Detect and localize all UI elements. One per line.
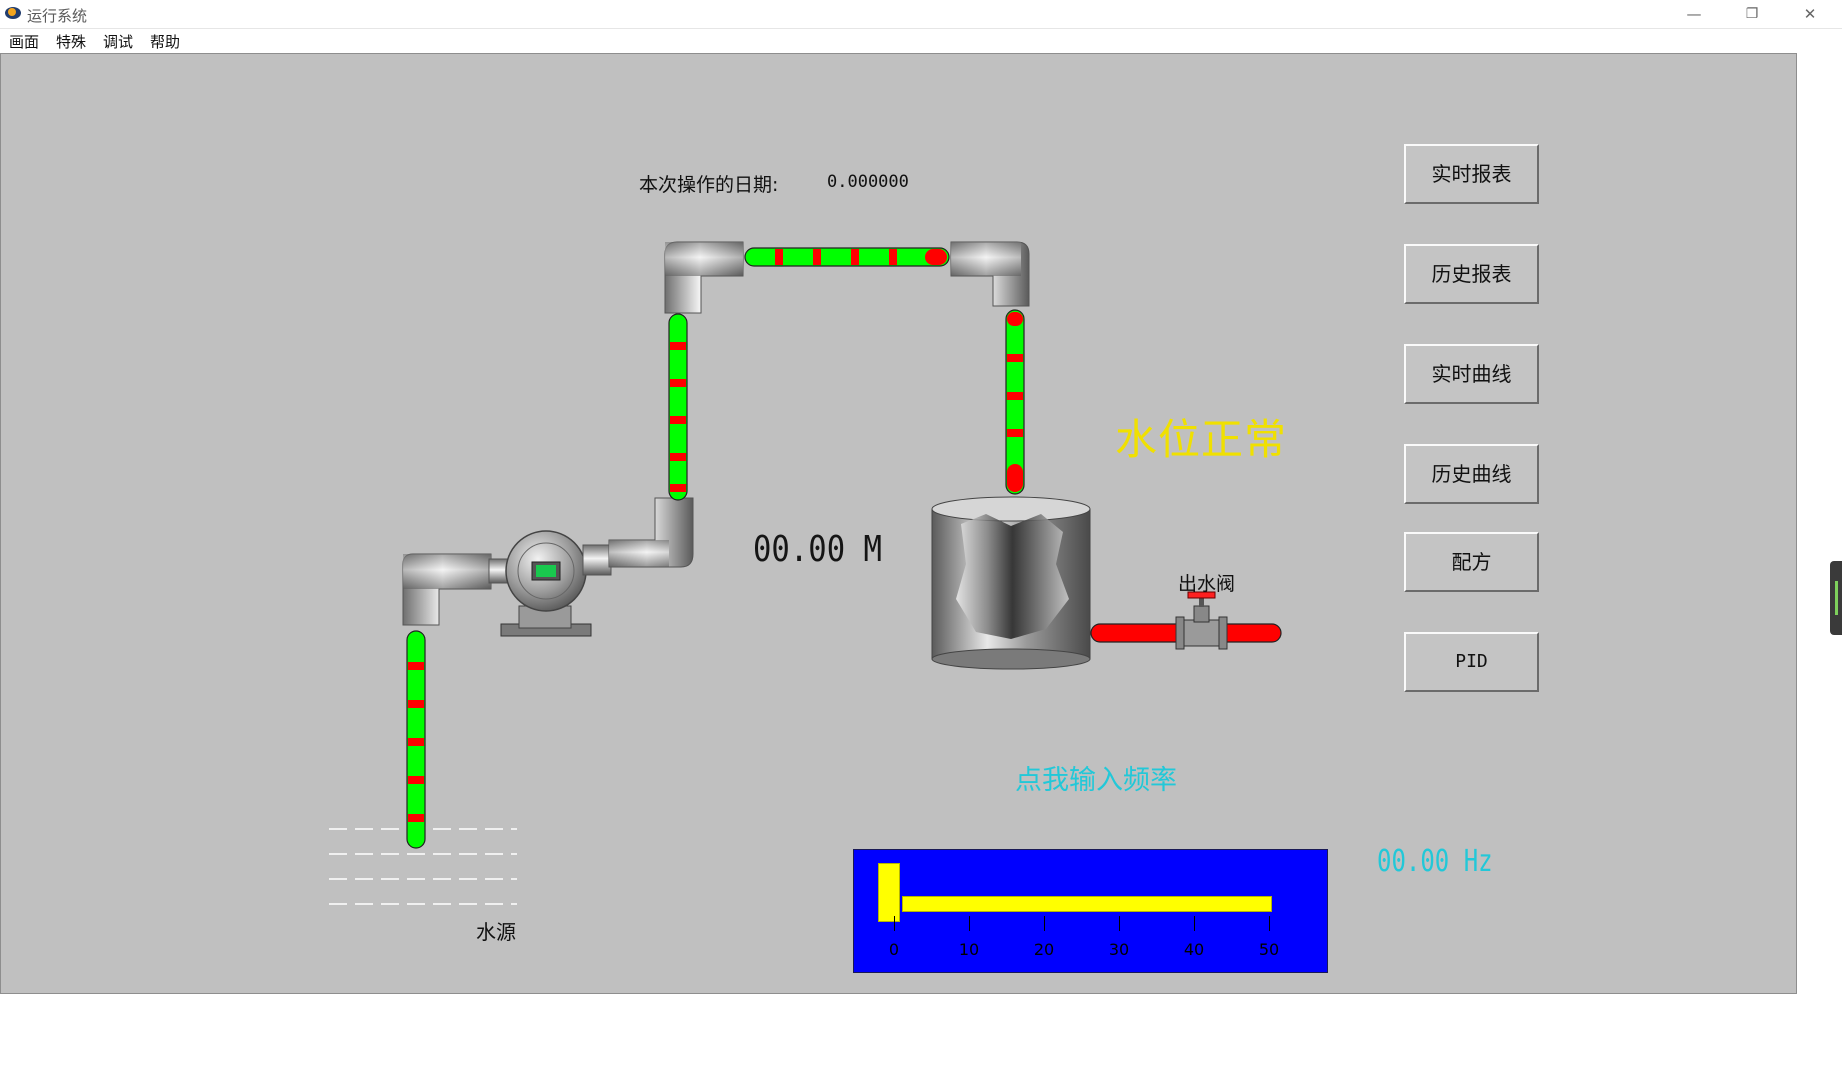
menu-item-help[interactable]: 帮助 [150,31,180,52]
menu-bar: 画面 特殊 调试 帮助 [0,29,1842,53]
pipe-elbow-top-right [950,241,1030,307]
slider-tick-label: 20 [1033,940,1055,959]
flow-pipe-riser [668,313,688,501]
slider-tick [894,916,895,931]
water-level-readout: 00.00 M [753,529,882,570]
history-curve-button[interactable]: 历史曲线 [1404,444,1539,504]
pump-icon [488,530,612,637]
realtime-curve-button[interactable]: 实时曲线 [1404,344,1539,404]
date-value: 0.000000 [827,172,909,192]
flow-pipe-top [744,247,950,267]
flow-pipe-source [406,630,426,849]
pid-button[interactable]: PID [1404,632,1539,692]
valve-label: 出水阀 [1178,573,1236,595]
menu-item-screen[interactable]: 画面 [9,31,39,52]
minimize-button[interactable]: — [1666,0,1722,28]
recipe-button[interactable]: 配方 [1404,532,1539,592]
slider-tick-label: 50 [1258,940,1280,959]
scada-canvas: 本次操作的日期: 0.000000 水位正常 00.00 M 出水阀 水源 实时… [0,53,1797,994]
water-level-status: 水位正常 [1115,415,1288,464]
slider-tick [1194,916,1195,931]
outlet-valve-icon[interactable] [1175,591,1228,650]
water-tank [931,496,1091,670]
title-bar: 运行系统 — ❐ ✕ [0,0,1842,29]
edge-widget-icon[interactable] [1830,561,1842,635]
pipe-elbow-pump-outlet [608,497,694,568]
frequency-slider[interactable]: 0 10 20 30 40 50 [853,849,1328,973]
slider-tick [969,916,970,931]
close-button[interactable]: ✕ [1782,0,1838,28]
menu-item-special[interactable]: 特殊 [56,31,86,52]
slider-tick-label: 10 [958,940,980,959]
history-report-button[interactable]: 历史报表 [1404,244,1539,304]
slider-tick-label: 30 [1108,940,1130,959]
slider-tick-label: 40 [1183,940,1205,959]
menu-item-debug[interactable]: 调试 [103,31,133,52]
pipe-elbow-pump-inlet [402,553,492,626]
frequency-input-prompt[interactable]: 点我输入频率 [1015,758,1177,797]
realtime-report-button[interactable]: 实时报表 [1404,144,1539,204]
slider-tick [1269,916,1270,931]
app-logo-icon [5,7,21,19]
slider-thumb[interactable] [878,863,900,922]
slider-tick-label: 0 [888,940,900,959]
water-source-label: 水源 [476,920,516,944]
date-label: 本次操作的日期: [639,174,779,196]
window-title: 运行系统 [27,7,88,25]
flow-pipe-tank-inlet [1005,309,1025,495]
slider-track[interactable] [902,896,1272,912]
slider-tick [1119,916,1120,931]
frequency-readout: 00.00 Hz [1377,844,1493,879]
slider-tick [1044,916,1045,931]
pipe-elbow-top-left [664,241,744,314]
restore-button[interactable]: ❐ [1724,0,1780,28]
